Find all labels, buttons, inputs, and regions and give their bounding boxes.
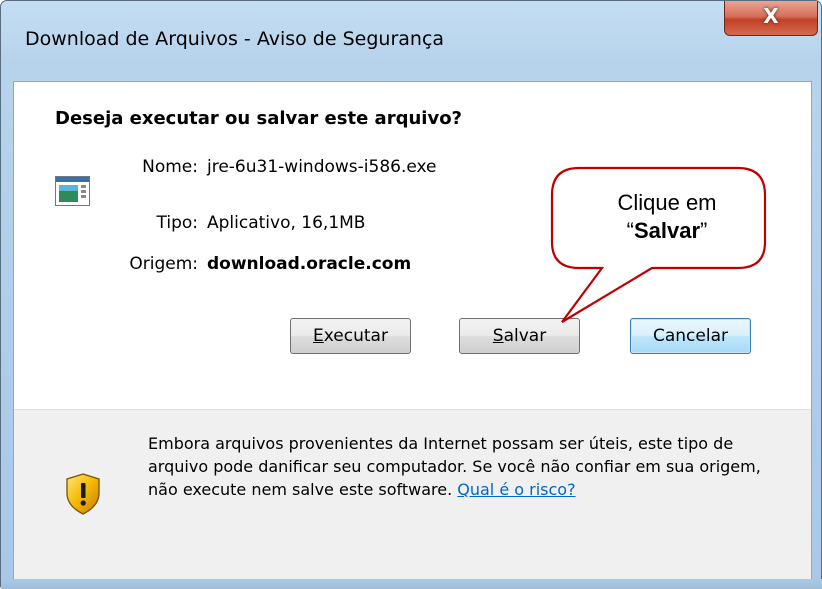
warning-message: Embora arquivos provenientes da Internet… [148, 434, 761, 499]
type-label: Tipo: [156, 213, 198, 233]
security-warning-text: Embora arquivos provenientes da Internet… [148, 432, 773, 501]
type-value: Aplicativo, 16,1MB [207, 213, 366, 233]
save-label-rest: alvar [503, 326, 547, 346]
risk-link[interactable]: Qual é o risco? [457, 480, 575, 499]
callout-line-1: Clique em [617, 190, 717, 215]
origin-label: Origem: [129, 254, 198, 274]
dialog-client-area: Deseja executar ou salvar este arquivo? … [13, 81, 812, 579]
origin-value: download.oracle.com [207, 254, 412, 274]
callout-quote-open: “ [626, 218, 634, 243]
dialog-main-panel: Deseja executar ou salvar este arquivo? … [14, 82, 811, 409]
close-button[interactable]: X [724, 1, 818, 36]
close-icon: X [763, 4, 779, 28]
run-label-rest: xecutar [323, 326, 388, 346]
download-dialog-window: Download de Arquivos - Aviso de Seguranç… [0, 0, 822, 589]
run-button[interactable]: Executar [290, 318, 411, 354]
callout-emphasis: Salvar [633, 218, 701, 243]
save-mnemonic: S [492, 326, 504, 346]
name-value: jre-6u31-windows-i586.exe [207, 157, 437, 177]
callout-text: Clique em “Salvar” [572, 189, 762, 245]
application-window-icon [55, 176, 90, 206]
security-warning-panel: Embora arquivos provenientes da Internet… [14, 409, 811, 579]
cancel-button[interactable]: Cancelar [630, 318, 751, 354]
name-label: Nome: [142, 157, 198, 177]
run-mnemonic: E [313, 326, 324, 346]
window-title: Download de Arquivos - Aviso de Seguranç… [25, 28, 445, 50]
security-shield-icon [66, 473, 100, 515]
callout-quote-close: ” [700, 218, 708, 243]
dialog-question: Deseja executar ou salvar este arquivo? [55, 108, 462, 129]
save-button[interactable]: Salvar [459, 318, 580, 354]
title-bar[interactable]: Download de Arquivos - Aviso de Seguranç… [1, 1, 821, 81]
